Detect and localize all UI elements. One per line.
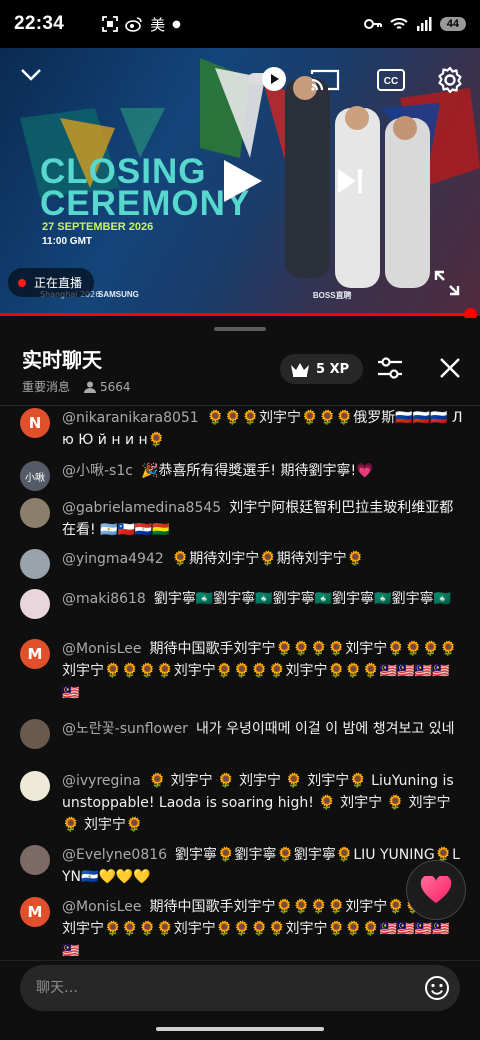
carrier-label: 美 [150,15,166,34]
message-author[interactable]: @노란꽃-sunflower [62,721,188,737]
avatar[interactable] [20,498,50,528]
emoji-icon[interactable] [424,975,450,1001]
message-author[interactable]: @小啾-s1c [62,463,133,479]
chat-message: @ivyregina 🌻 刘宇宁 🌻 刘宇宁 🌻 刘宇宁🌻 LiuYuning i… [20,770,464,836]
chat-message-list[interactable]: N @nikaranikara8051 🌻🌻🌻刘宇宁🌻🌻🌻俄罗斯🇷🇺🇷🇺🇷🇺 Л … [0,406,480,956]
chat-filter-label[interactable]: 重要消息 [22,378,70,395]
wifi-icon [390,18,408,29]
chat-message: @maki8618 劉宇寧🇲🇴劉宇寧🇲🇴劉宇寧🇲🇴劉宇寧🇲🇴劉宇寧🇲🇴 [20,588,464,619]
live-badge: 正在直播 [8,268,95,297]
chat-message: @gabrielamedina8545 刘宇宁阿根廷智利巴拉圭玻利维亚都在看! 🇦… [20,497,464,541]
avatar[interactable] [20,771,50,801]
chat-message: @yingma4942 🌻期待刘宇宁🌻期待刘宇宁🌻 [20,548,464,579]
avatar[interactable] [20,589,50,619]
event-time: 11:00 GMT [42,236,93,247]
avatar[interactable]: 小啾 [20,461,50,491]
signal-icon [416,17,432,31]
sponsor-logo: BOSS直聘 [312,291,352,300]
home-indicator[interactable] [156,1027,324,1031]
settings-gear-icon[interactable] [436,66,464,94]
message-text: 🌻期待刘宇宁🌻期待刘宇宁🌻 [171,551,365,567]
key-icon [363,19,382,29]
notification-icons: 美 ● [102,14,181,35]
next-video-icon[interactable] [336,168,364,194]
live-dot-icon [18,278,26,287]
battery-indicator: 44 [439,17,466,31]
sponsor-logo: SAMSUNG [98,290,139,299]
message-author[interactable]: @maki8618 [62,591,146,607]
viewer-count-value: 5664 [100,379,131,394]
message-author[interactable]: @gabrielamedina8545 [62,500,221,516]
chat-message: M @MonisLee 期待中国歌手刘宇宁🌻🌻🌻🌻刘宇宁🌻🌻🌻🌻刘宇宁🌻🌻🌻🌻刘宇… [20,638,464,704]
message-text: 내가 우녕이때메 이걸 이 밤에 챙겨보고 있네 [195,721,455,737]
event-date: 27 SEPTEMBER 2026 [42,221,154,233]
message-author[interactable]: @nikaranikara8051 [62,410,199,426]
drag-handle[interactable] [214,327,266,331]
person-icon [84,381,97,393]
cast-icon[interactable] [310,68,340,92]
message-author[interactable]: @ivyregina [62,773,141,789]
status-bar: 22:34 美 ● 44 [0,0,480,48]
reaction-heart-button[interactable] [406,860,466,920]
avatar[interactable]: M [20,639,50,669]
avatar[interactable] [20,719,50,749]
sponsor-strip: SAMSUNG BOSS直聘 [98,290,352,301]
heart-icon [420,876,452,903]
message-text: 劉宇寧🇲🇴劉宇寧🇲🇴劉宇寧🇲🇴劉宇寧🇲🇴劉宇寧🇲🇴 [153,591,452,607]
message-author[interactable]: @MonisLee [62,641,141,657]
chat-message: 小啾 @小啾-s1c 🎉恭喜所有得獎選手! 期待劉宇寧!💗 [20,460,464,491]
fullscreen-icon[interactable] [434,270,460,296]
avatar[interactable]: N [20,408,50,438]
message-author[interactable]: @Evelyne0816 [62,847,167,863]
play-icon[interactable] [220,158,264,204]
autoplay-toggle-icon[interactable] [246,66,288,92]
scan-icon [102,16,119,32]
message-text: 🎉恭喜所有得獎選手! 期待劉宇寧!💗 [140,463,374,479]
chat-message: @Evelyne0816 劉宇寧🌻劉宇寧🌻劉宇寧🌻LIU YUNING🌻LYN🇸🇻… [20,844,464,888]
dot-icon: ● [172,18,181,30]
xp-badge-button[interactable]: 5 XP [280,354,364,384]
video-progress-bar[interactable] [0,313,471,316]
chevron-down-icon[interactable] [20,68,42,82]
live-label: 正在直播 [34,276,83,290]
chat-subheader: 重要消息 5664 [22,378,131,395]
event-title: CLOSING CEREMONY [40,152,251,223]
avatar[interactable] [20,845,50,875]
svg-text:CC: CC [384,76,398,87]
close-icon[interactable] [438,356,462,380]
video-player[interactable]: CLOSING CEREMONY 27 SEPTEMBER 2026 11:00… [0,48,480,316]
viewer-count: 5664 [84,380,131,394]
chat-message: N @nikaranikara8051 🌻🌻🌻刘宇宁🌻🌻🌻俄罗斯🇷🇺🇷🇺🇷🇺 Л … [20,407,464,451]
chat-input[interactable] [20,965,460,1011]
chat-title: 实时聊天 [22,348,102,372]
live-chat-panel: 实时聊天 重要消息 5664 5 XP N @nikaranikara8051 🌻… [0,318,480,1040]
chat-settings-sliders-icon[interactable] [376,354,404,382]
avatar[interactable] [20,549,50,579]
chat-message: M @MonisLee 期待中国歌手刘宇宁🌻🌻🌻🌻刘宇宁🌻🌻🌻🌻刘宇宁🌻🌻🌻🌻刘宇… [20,896,464,956]
weibo-icon [125,17,142,32]
chat-input-bar [0,960,480,1040]
status-time: 22:34 [14,13,65,34]
avatar[interactable]: M [20,897,50,927]
crown-icon [291,363,309,377]
chat-message: @노란꽃-sunflower 내가 우녕이때메 이걸 이 밤에 챙겨보고 있네 [20,718,464,749]
message-author[interactable]: @yingma4942 [62,551,164,567]
message-author[interactable]: @MonisLee [62,899,141,915]
captions-icon[interactable]: CC [376,68,406,92]
xp-label: 5 XP [316,361,350,377]
